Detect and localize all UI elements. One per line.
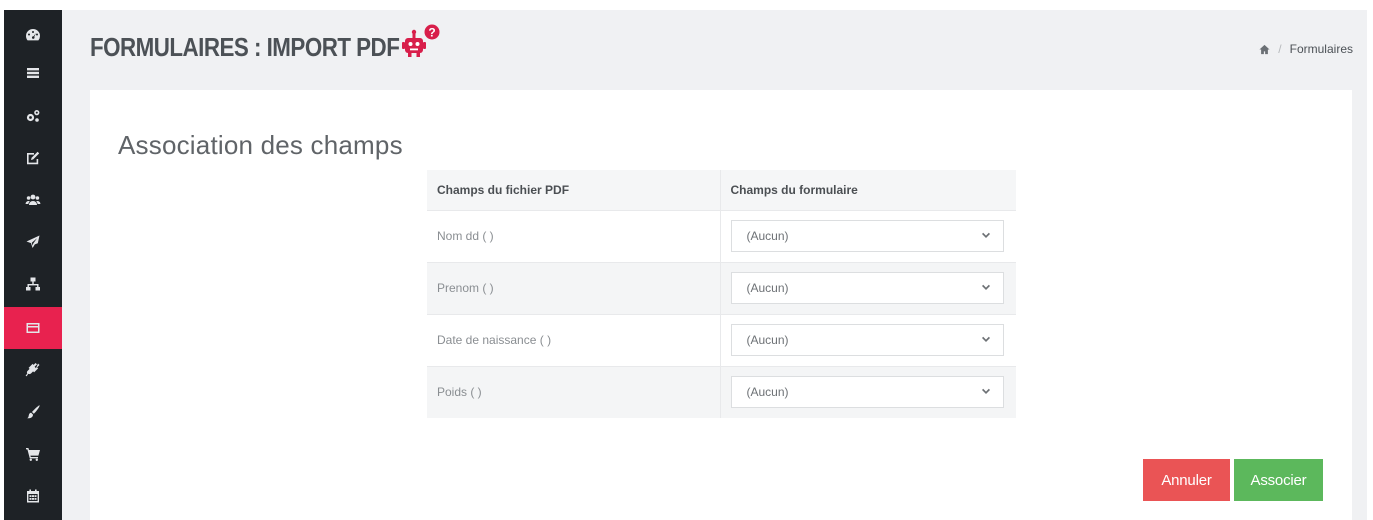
breadcrumb: / Formulaires	[1259, 42, 1353, 56]
sidebar-item-send[interactable]	[4, 221, 62, 263]
content-panel: Association des champs Champs du fichier…	[90, 90, 1352, 520]
sidebar-item-plugins[interactable]	[4, 349, 62, 391]
sidebar-item-users[interactable]	[4, 179, 62, 221]
table-row: Poids ( ) (Aucun)	[427, 365, 1016, 418]
associate-button[interactable]: Associer	[1234, 459, 1323, 501]
sidebar-item-shop[interactable]	[4, 433, 62, 475]
table-row: Prenom ( ) (Aucun)	[427, 261, 1016, 314]
sidebar-item-design[interactable]	[4, 391, 62, 433]
svg-text:?: ?	[428, 26, 435, 40]
form-field-select[interactable]: (Aucun)	[730, 376, 1004, 409]
robot-help-icon[interactable]: ?	[402, 24, 442, 60]
form-field-select[interactable]: (Aucun)	[730, 220, 1004, 252]
sitemap-icon	[26, 277, 40, 291]
pdf-field-label: Prenom ( )	[427, 261, 721, 314]
column-header-pdf-fields: Champs du fichier PDF	[427, 170, 721, 210]
chevron-down-icon	[981, 336, 990, 342]
chevron-down-icon	[981, 232, 990, 238]
breadcrumb-separator: /	[1278, 42, 1282, 56]
sidebar	[0, 0, 62, 520]
column-header-form-fields: Champs du formulaire	[720, 170, 1016, 210]
form-icon	[26, 323, 40, 333]
pdf-field-label: Date de naissance ( )	[427, 313, 721, 366]
chevron-down-icon	[981, 389, 990, 395]
send-icon	[26, 235, 40, 248]
select-value: (Aucun)	[746, 333, 789, 347]
field-mapping-table: Champs du fichier PDF Champs du formulai…	[427, 170, 1016, 418]
gears-icon	[26, 110, 40, 122]
select-value: (Aucun)	[746, 281, 789, 295]
section-title: Association des champs	[118, 130, 403, 160]
sidebar-item-sitemap[interactable]	[4, 263, 62, 305]
users-icon	[25, 194, 41, 205]
sidebar-item-calendar[interactable]	[4, 475, 62, 517]
table-row: Date de naissance ( ) (Aucun)	[427, 313, 1016, 366]
calendar-icon	[27, 489, 39, 503]
cancel-button[interactable]: Annuler	[1143, 459, 1230, 501]
sidebar-item-dashboard[interactable]	[4, 14, 62, 56]
sidebar-item-list[interactable]	[4, 52, 62, 94]
main-content: FORMULAIRES : IMPORT PDF ? / Formulaires…	[62, 10, 1367, 520]
table-header-row: Champs du fichier PDF Champs du formulai…	[427, 170, 1016, 210]
chevron-down-icon	[981, 284, 990, 290]
plug-icon	[25, 363, 40, 377]
list-icon	[27, 68, 39, 78]
cart-icon	[26, 448, 40, 461]
edit-icon	[27, 151, 40, 165]
page-title: FORMULAIRES : IMPORT PDF	[90, 32, 400, 62]
sidebar-item-forms[interactable]	[4, 307, 62, 349]
select-value: (Aucun)	[746, 229, 789, 243]
brush-icon	[27, 405, 40, 419]
home-icon[interactable]	[1259, 44, 1270, 55]
breadcrumb-current[interactable]: Formulaires	[1290, 42, 1353, 56]
dashboard-icon	[26, 29, 40, 41]
form-field-select[interactable]: (Aucun)	[730, 324, 1004, 356]
sidebar-item-settings[interactable]	[4, 95, 62, 137]
form-field-select[interactable]: (Aucun)	[730, 272, 1004, 304]
select-value: (Aucun)	[746, 385, 789, 400]
sidebar-item-edit[interactable]	[4, 137, 62, 179]
pdf-field-label: Nom dd ( )	[427, 209, 721, 262]
pdf-field-label: Poids ( )	[427, 365, 721, 418]
table-row: Nom dd ( ) (Aucun)	[427, 209, 1016, 262]
